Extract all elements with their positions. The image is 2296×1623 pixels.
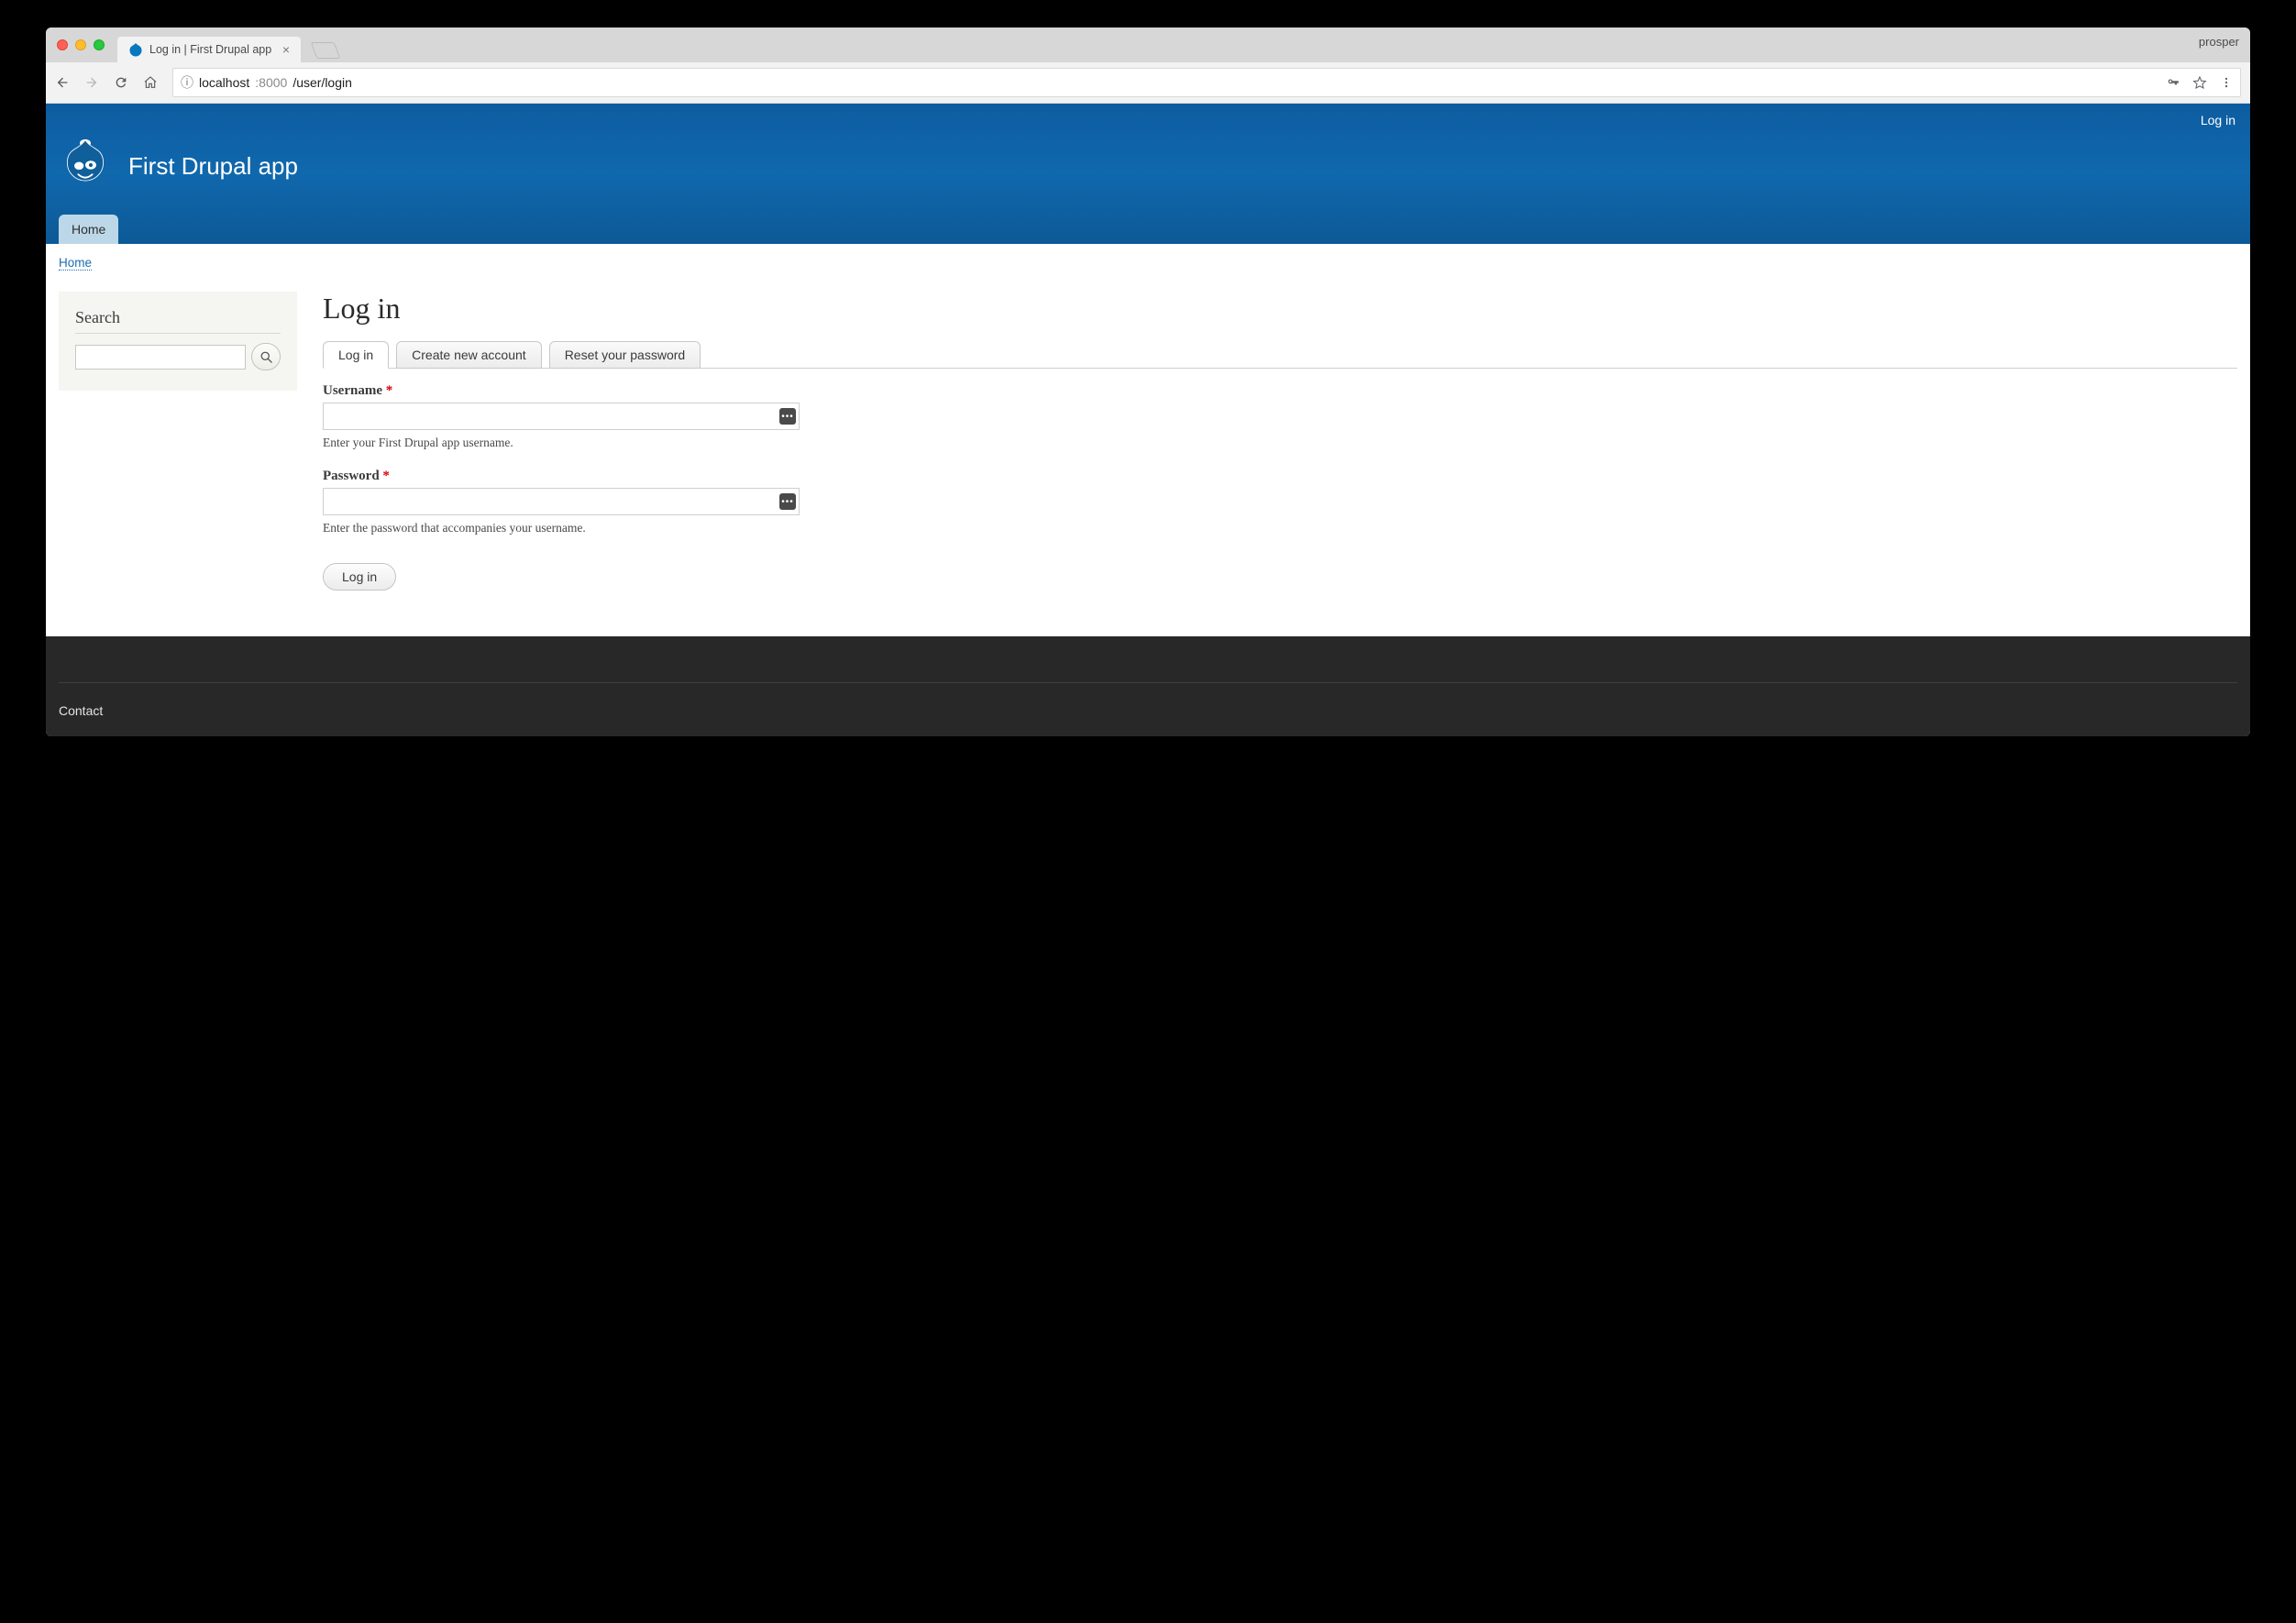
form-item-username: Username * ••• Enter your First Drupal a… bbox=[323, 383, 800, 450]
breadcrumb: Home bbox=[46, 244, 2250, 281]
site-info-icon[interactable]: ⓘ bbox=[181, 73, 193, 92]
browser-tab[interactable]: Log in | First Drupal app × bbox=[117, 37, 301, 62]
local-tasks: Log in Create new account Reset your pas… bbox=[323, 340, 2237, 369]
forward-button bbox=[84, 75, 101, 90]
url-path: /user/login bbox=[293, 75, 352, 90]
password-help: Enter the password that accompanies your… bbox=[323, 521, 800, 535]
profile-menu-label[interactable]: prosper bbox=[2199, 35, 2239, 49]
back-button[interactable] bbox=[55, 75, 72, 90]
site-branding: First Drupal app bbox=[46, 127, 2250, 215]
login-link[interactable]: Log in bbox=[2201, 113, 2235, 127]
window-zoom-button[interactable] bbox=[94, 39, 105, 50]
password-key-icon[interactable] bbox=[2167, 76, 2180, 89]
search-heading: Search bbox=[75, 308, 281, 334]
search-button[interactable] bbox=[251, 343, 281, 370]
required-marker: * bbox=[386, 383, 393, 398]
window-minimize-button[interactable] bbox=[75, 39, 86, 50]
url-host: localhost bbox=[199, 75, 249, 90]
login-form: Username * ••• Enter your First Drupal a… bbox=[323, 383, 2237, 591]
drupal-favicon-icon bbox=[128, 42, 143, 57]
reload-icon bbox=[114, 75, 128, 90]
search-block: Search bbox=[59, 292, 297, 391]
page-title: Log in bbox=[323, 292, 2237, 326]
password-manager-icon[interactable]: ••• bbox=[779, 408, 796, 425]
search-input[interactable] bbox=[75, 345, 246, 370]
submit-button[interactable]: Log in bbox=[323, 563, 396, 591]
page-body: Home Search Log in Log in bbox=[46, 244, 2250, 636]
nav-home[interactable]: Home bbox=[59, 215, 118, 244]
site-header: Log in First Drupal app Home bbox=[46, 104, 2250, 244]
bookmark-star-icon[interactable] bbox=[2192, 75, 2207, 90]
browser-tab-strip: Log in | First Drupal app × prosper bbox=[46, 28, 2250, 62]
window-close-button[interactable] bbox=[57, 39, 68, 50]
footer-divider bbox=[59, 682, 2237, 683]
home-icon bbox=[143, 75, 158, 90]
chrome-menu-icon[interactable] bbox=[2220, 76, 2233, 89]
tab-log-in[interactable]: Log in bbox=[323, 341, 389, 369]
main-content: Log in Log in Create new account Reset y… bbox=[323, 292, 2237, 591]
required-marker: * bbox=[382, 469, 390, 483]
sidebar: Search bbox=[59, 292, 297, 591]
drupal-logo-icon[interactable] bbox=[59, 138, 112, 194]
username-label-text: Username bbox=[323, 383, 382, 398]
username-field[interactable] bbox=[323, 403, 800, 430]
tab-close-icon[interactable]: × bbox=[282, 42, 290, 57]
primary-nav: Home bbox=[46, 215, 2250, 244]
footer-contact-link[interactable]: Contact bbox=[59, 703, 103, 718]
new-tab-button[interactable] bbox=[311, 42, 341, 59]
username-help: Enter your First Drupal app username. bbox=[323, 436, 800, 450]
password-manager-icon[interactable]: ••• bbox=[779, 493, 796, 510]
site-name[interactable]: First Drupal app bbox=[128, 152, 298, 181]
reload-button[interactable] bbox=[114, 75, 130, 90]
url-input[interactable]: ⓘ localhost :8000/user/login bbox=[172, 68, 2241, 97]
username-label: Username * bbox=[323, 383, 800, 399]
user-menu: Log in bbox=[46, 104, 2250, 127]
password-field[interactable] bbox=[323, 488, 800, 515]
arrow-left-icon bbox=[55, 75, 70, 90]
form-item-password: Password * ••• Enter the password that a… bbox=[323, 469, 800, 535]
home-button[interactable] bbox=[143, 75, 160, 90]
browser-tab-title: Log in | First Drupal app bbox=[149, 43, 271, 56]
tab-reset-password[interactable]: Reset your password bbox=[549, 341, 701, 369]
browser-window: Log in | First Drupal app × prosper ⓘ lo… bbox=[46, 28, 2250, 736]
search-icon bbox=[259, 350, 273, 364]
url-port: :8000 bbox=[255, 75, 287, 90]
address-bar: ⓘ localhost :8000/user/login bbox=[46, 62, 2250, 104]
tab-create-account[interactable]: Create new account bbox=[396, 341, 542, 369]
window-controls bbox=[46, 39, 116, 58]
site-footer: Contact bbox=[46, 636, 2250, 736]
password-label: Password * bbox=[323, 469, 800, 484]
arrow-right-icon bbox=[84, 75, 99, 90]
password-label-text: Password bbox=[323, 469, 380, 483]
breadcrumb-home[interactable]: Home bbox=[59, 256, 92, 270]
